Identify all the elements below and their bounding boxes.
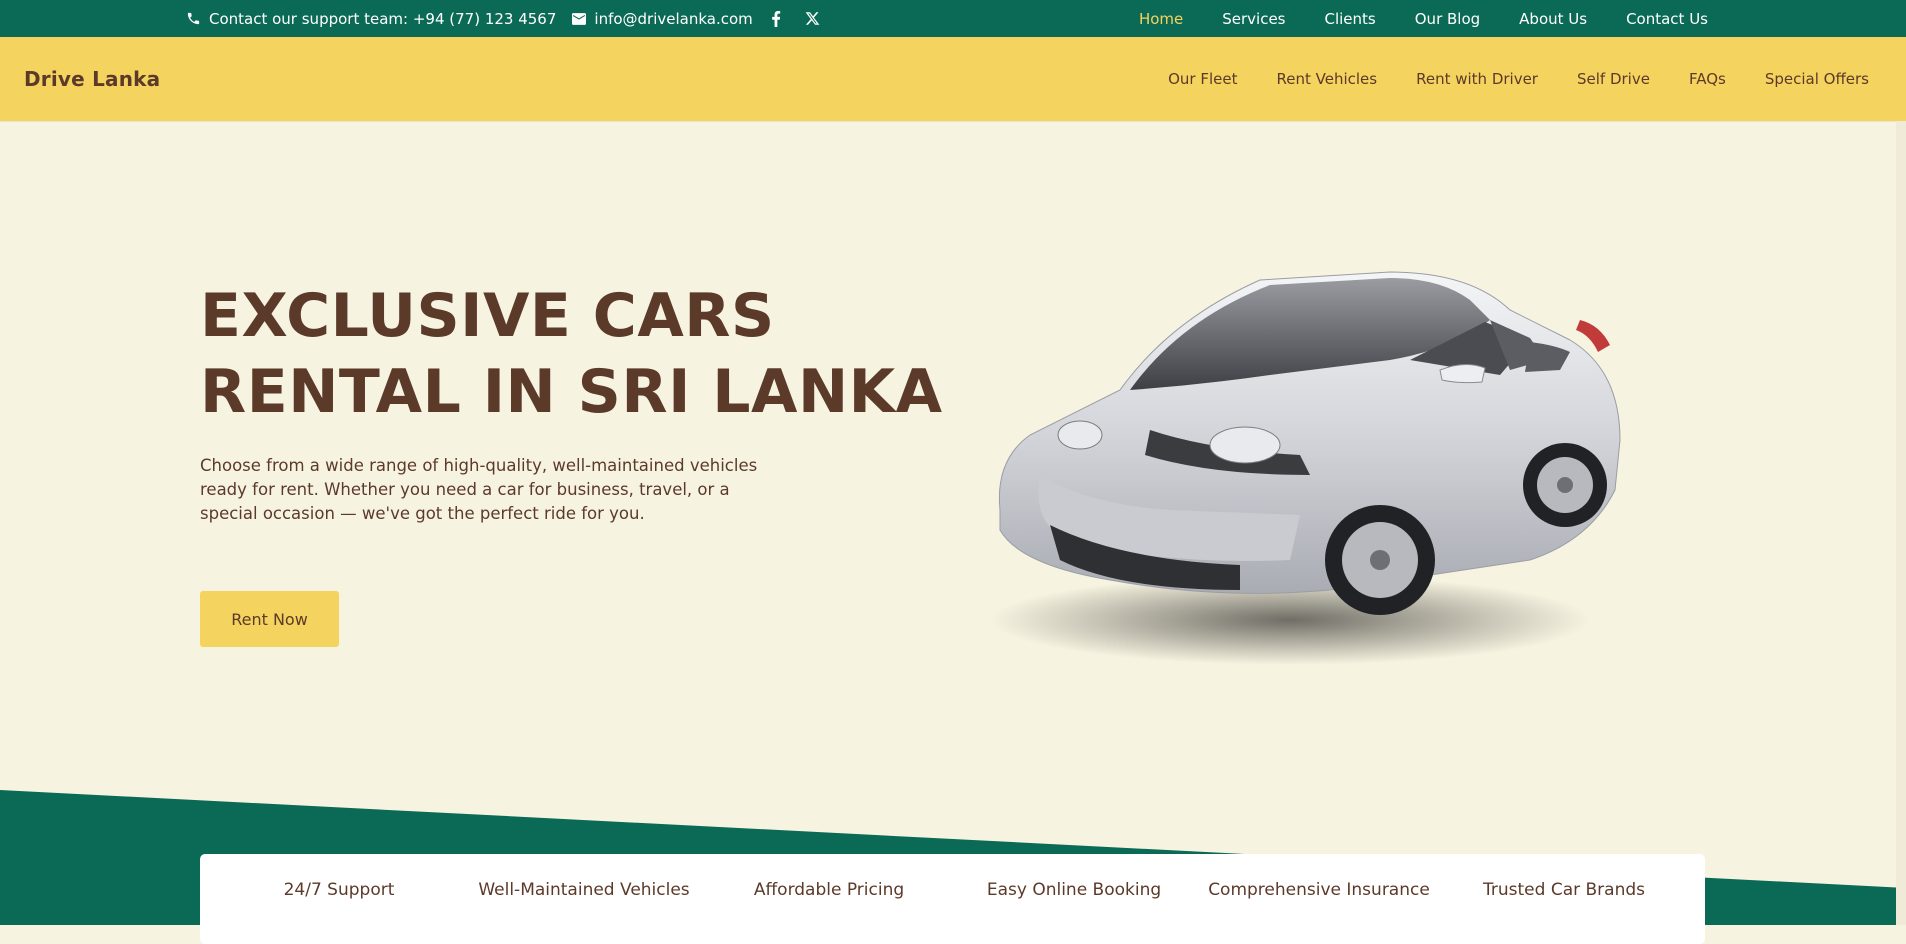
- x-icon[interactable]: [805, 11, 828, 26]
- nav-our-fleet[interactable]: Our Fleet: [1168, 70, 1237, 88]
- top-nav-our-blog[interactable]: Our Blog: [1415, 10, 1480, 28]
- hero-description: Choose from a wide range of high-quality…: [200, 456, 758, 523]
- top-bar: Contact our support team: +94 (77) 123 4…: [0, 0, 1906, 37]
- feature-trusted-car-brands: Trusted Car Brands: [1483, 880, 1645, 900]
- main-nav: Our Fleet Rent Vehicles Rent with Driver…: [1129, 37, 1869, 121]
- page-scrollbar[interactable]: [1896, 121, 1906, 925]
- top-nav-services[interactable]: Services: [1222, 10, 1285, 28]
- mail-icon: [572, 12, 587, 25]
- phone-text: Contact our support team: +94 (77) 123 4…: [209, 9, 557, 28]
- nav-faqs[interactable]: FAQs: [1689, 70, 1726, 88]
- feature-affordable-pricing: Affordable Pricing: [753, 880, 905, 900]
- phone-icon: [187, 12, 200, 25]
- main-header: Drive Lanka Our Fleet Rent Vehicles Rent…: [0, 37, 1906, 121]
- feature-well-maintained-vehicles: Well-Maintained Vehicles: [478, 880, 690, 900]
- hero-title-line1: EXCLUSIVE CARS: [200, 281, 775, 351]
- top-nav-contact-us[interactable]: Contact Us: [1626, 10, 1708, 28]
- nav-special-offers[interactable]: Special Offers: [1765, 70, 1869, 88]
- email-text: info@drivelanka.com: [594, 9, 753, 28]
- feature-easy-online-booking: Easy Online Booking: [986, 880, 1162, 900]
- hero-title: EXCLUSIVE CARS RENTAL IN SRI LANKA: [200, 278, 943, 430]
- contact-info: Contact our support team: +94 (77) 123 4…: [186, 0, 844, 37]
- social-links: [771, 10, 844, 27]
- feature-comprehensive-insurance: Comprehensive Insurance: [1208, 880, 1430, 900]
- nav-rent-vehicles[interactable]: Rent Vehicles: [1277, 70, 1378, 88]
- rent-now-button[interactable]: Rent Now: [200, 591, 339, 647]
- top-nav-home[interactable]: Home: [1139, 10, 1183, 28]
- phone-contact[interactable]: Contact our support team: +94 (77) 123 4…: [186, 10, 556, 28]
- top-nav-clients[interactable]: Clients: [1325, 10, 1376, 28]
- hero-title-line2: RENTAL IN SRI LANKA: [200, 357, 943, 427]
- top-nav: Home Services Clients Our Blog About Us …: [1100, 0, 1708, 37]
- nav-self-drive[interactable]: Self Drive: [1577, 70, 1650, 88]
- nav-rent-with-driver[interactable]: Rent with Driver: [1416, 70, 1538, 88]
- feature-24-7-support: 24/7 Support: [283, 880, 395, 900]
- car-image: [990, 271, 1621, 665]
- email-contact[interactable]: info@drivelanka.com: [572, 9, 753, 28]
- site-logo[interactable]: Drive Lanka: [24, 37, 160, 121]
- features-bar: 24/7 Support Well-Maintained Vehicles Af…: [200, 854, 1705, 944]
- top-nav-about-us[interactable]: About Us: [1519, 10, 1587, 28]
- facebook-icon[interactable]: [771, 10, 789, 27]
